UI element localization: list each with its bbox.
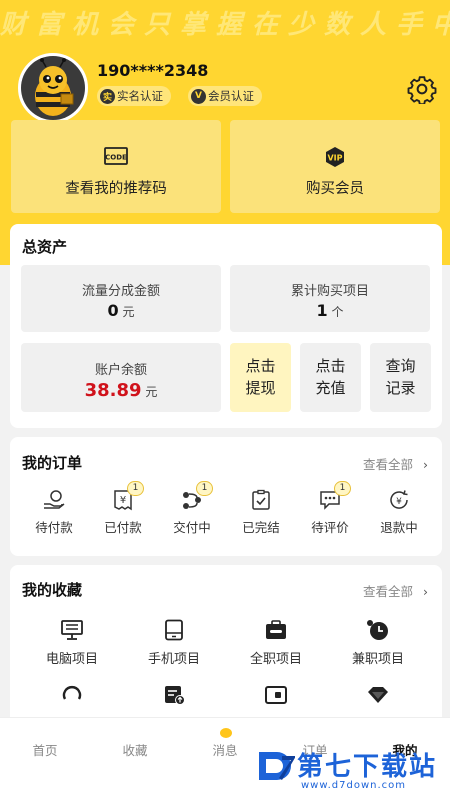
order-completed[interactable]: 已完结 [231,489,291,536]
fav-row2-item1[interactable] [22,684,122,706]
chevron-right-icon: › [423,584,428,599]
order-paid-count: 1 [127,481,144,496]
wallet-icon [265,686,287,704]
order-paid-label: 已付款 [104,520,142,535]
assets-card: 总资产 流量分成金额 0 元 累计购买项目 1 个 账户余额 38.89 元 点… [10,224,442,428]
fav-phone-projects[interactable]: 手机项目 [124,619,224,667]
tab-home[interactable]: 首页 [10,740,80,759]
order-delivering[interactable]: 1 交付中 [162,481,222,536]
orders-view-all[interactable]: 查看全部 › [363,454,428,473]
order-completed-label: 已完结 [242,520,280,535]
fav-row2-item4[interactable] [328,684,428,706]
order-delivering-count: 1 [196,481,213,496]
realname-label: 实名认证 [117,89,163,103]
order-delivering-label: 交付中 [173,520,211,535]
watermark-title: 第七下载站 [297,752,438,782]
wallet-hand-icon [44,490,65,509]
loading-circle-icon [62,686,82,700]
clipboard-check-icon [252,489,270,510]
tab-messages[interactable]: 消息 [190,740,260,759]
withdraw-line2: 提现 [245,379,276,397]
flow-amount-label: 流量分成金额 [81,284,160,299]
order-paid[interactable]: ¥ 1 已付款 [93,481,153,536]
recharge-button[interactable]: 点击 充值 [300,343,361,412]
computer-icon [61,620,83,640]
document-upload-icon [165,686,185,705]
balance-label: 账户余额 [94,363,147,378]
fav-parttime-label: 兼职项目 [351,652,404,667]
recharge-line1: 点击 [315,357,346,375]
fav-row2-item2[interactable] [124,684,224,706]
order-pending-payment[interactable]: 待付款 [24,489,84,536]
code-icon: CODE [104,147,128,165]
flow-amount-box[interactable]: 流量分成金额 0 元 [21,265,221,332]
avatar[interactable] [18,53,88,123]
favorites-title: 我的收藏 [22,581,83,599]
fav-computer-label: 电脑项目 [45,652,98,667]
gear-icon[interactable] [407,74,437,104]
referral-code-label: 查看我的推荐码 [65,181,167,197]
svg-text:¥: ¥ [120,495,126,506]
fav-computer-projects[interactable]: 电脑项目 [22,619,122,667]
order-to-review-label: 待评价 [311,520,349,535]
purchased-projects-value: 1 [316,301,328,320]
order-refunding-label: 退款中 [380,520,418,535]
orders-title: 我的订单 [22,454,83,472]
parttime-icon [367,620,388,640]
orders-card: 我的订单 查看全部 › 待付款 ¥ 1 已付款 1 交付中 已完结 1 待评价 … [10,437,442,556]
member-badge[interactable]: V 会员认证 [188,86,262,106]
slogan-banner: 财富机会只掌握在少数人手中 [0,10,450,40]
fav-fulltime-projects[interactable]: 全职项目 [226,619,326,667]
purchased-projects-box[interactable]: 累计购买项目 1 个 [230,265,430,332]
watermark-url: www.d7down.com [301,780,407,791]
assets-title: 总资产 [22,238,68,256]
withdraw-button[interactable]: 点击 提现 [230,343,291,412]
flow-amount-unit: 元 [122,305,135,319]
tab-favorites[interactable]: 收藏 [100,740,170,759]
realname-icon: 实 [100,88,115,104]
chevron-right-icon: › [423,457,428,472]
balance-box[interactable]: 账户余额 38.89 元 [21,343,221,412]
message-bubble-icon [220,728,232,738]
balance-value: 38.89 [84,380,142,401]
withdraw-line1: 点击 [245,357,276,375]
favorites-view-all-label: 查看全部 [363,584,414,599]
refund-icon: ¥ [390,490,408,509]
svg-text:CODE: CODE [105,154,127,162]
records-line1: 查询 [385,357,416,375]
favorites-card: 我的收藏 查看全部 › 电脑项目 手机项目 全职项目 兼职项目 [10,565,442,735]
order-refunding[interactable]: ¥ 退款中 [369,489,429,536]
user-phone: 190****2348 [97,61,209,80]
favorites-view-all[interactable]: 查看全部 › [363,581,428,600]
fav-row2-item3[interactable] [226,684,326,706]
purchased-projects-unit: 个 [331,305,344,319]
fav-parttime-projects[interactable]: 兼职项目 [328,619,428,667]
recharge-line2: 充值 [315,379,346,397]
site-watermark: 第七下载站 www.d7down.com [255,746,450,800]
vip-icon: VIP [326,147,344,167]
fav-phone-label: 手机项目 [147,652,200,667]
diamond-icon [368,687,388,703]
balance-unit: 元 [145,385,158,399]
d7-logo-icon [259,752,295,780]
flow-amount-value: 0 [107,301,119,320]
fav-fulltime-label: 全职项目 [249,652,302,667]
orders-view-all-label: 查看全部 [363,457,414,472]
phone-icon [165,619,183,641]
svg-text:¥: ¥ [396,497,402,507]
realname-badge[interactable]: 实 实名认证 [97,86,171,106]
fulltime-icon [266,620,286,639]
member-label: 会员认证 [208,89,254,103]
member-icon: V [191,88,206,104]
order-to-review-count: 1 [334,481,351,496]
order-to-review[interactable]: 1 待评价 [300,481,360,536]
order-pending-payment-label: 待付款 [35,520,73,535]
referral-code-card[interactable]: CODE 查看我的推荐码 [11,120,221,213]
purchased-projects-label: 累计购买项目 [290,284,369,299]
records-line2: 记录 [385,379,416,397]
buy-member-label: 购买会员 [306,181,364,197]
buy-member-card[interactable]: VIP 购买会员 [230,120,440,213]
records-button[interactable]: 查询 记录 [370,343,431,412]
svg-text:VIP: VIP [327,154,342,163]
